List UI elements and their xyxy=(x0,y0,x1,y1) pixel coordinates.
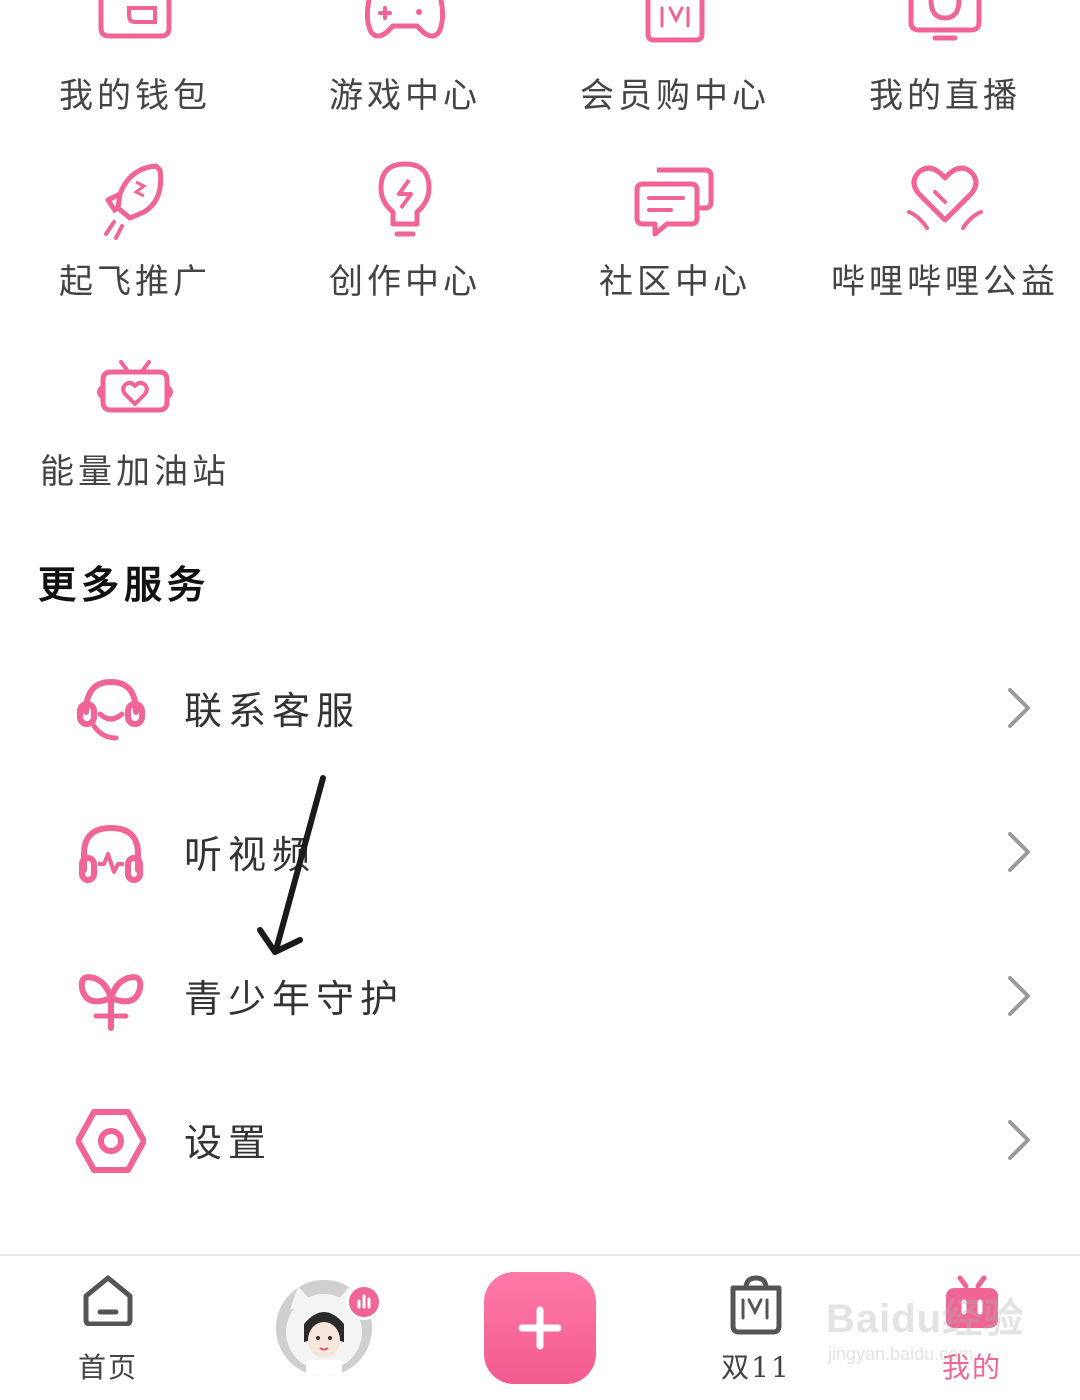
grid-label: 我的直播 xyxy=(869,76,1021,116)
tab-label: 双11 xyxy=(721,1351,791,1384)
grid-item-wallet[interactable]: 我的钱包 xyxy=(0,0,270,120)
gamepad-icon xyxy=(364,0,446,39)
shopping-bag-icon xyxy=(645,0,705,43)
grid-label: 起飞推广 xyxy=(59,262,211,302)
grid-label: 我的钱包 xyxy=(59,76,211,116)
service-row-customer-service[interactable]: 联系客服 xyxy=(0,636,1080,780)
chevron-right-icon xyxy=(1008,976,1030,1016)
service-label: 听视频 xyxy=(184,833,317,877)
headphones-icon xyxy=(79,824,143,883)
grid-item-vip-shop[interactable]: 会员购中心 xyxy=(540,0,810,120)
more-services-title: 更多服务 xyxy=(38,562,211,607)
chevron-right-icon xyxy=(1008,1120,1030,1160)
wallet-icon xyxy=(98,0,172,39)
publish-plus-button[interactable] xyxy=(484,1272,596,1384)
bilibili-tv-icon xyxy=(946,1275,998,1328)
heart-hands-icon xyxy=(907,165,983,230)
settings-hexagon-icon xyxy=(76,1109,146,1173)
chevron-right-icon xyxy=(1008,832,1030,872)
grid-item-boost-promo[interactable]: 起飞推广 xyxy=(0,150,270,302)
tab-double11[interactable]: 双11 xyxy=(648,1256,864,1400)
service-label: 设置 xyxy=(184,1121,273,1165)
headset-service-icon xyxy=(77,678,145,741)
plus-icon xyxy=(518,1306,562,1350)
lightbulb-icon xyxy=(378,161,432,237)
grid-item-community-center[interactable]: 社区中心 xyxy=(540,150,810,302)
tab-mine[interactable]: 我的 xyxy=(864,1256,1080,1400)
grid-label: 社区中心 xyxy=(599,262,751,302)
service-label: 联系客服 xyxy=(184,689,361,733)
rocket-icon xyxy=(104,163,164,240)
service-row-settings[interactable]: 设置 xyxy=(0,1068,1080,1212)
chevron-right-icon xyxy=(1008,688,1030,728)
grid-label: 游戏中心 xyxy=(329,76,481,116)
chat-bubbles-icon xyxy=(634,167,714,237)
grid-label: 哔哩哔哩公益 xyxy=(831,262,1059,302)
service-row-youth-protection[interactable]: 青少年守护 xyxy=(0,924,1080,1068)
home-icon xyxy=(83,1275,133,1326)
sprout-icon xyxy=(78,974,144,1031)
bars-icon xyxy=(357,1294,371,1309)
grid-label: 创作中心 xyxy=(329,262,481,302)
service-row-listen-video[interactable]: 听视频 xyxy=(0,780,1080,924)
grid-item-bilibili-charity[interactable]: 哔哩哔哩公益 xyxy=(810,150,1080,302)
energy-heart-tv-icon xyxy=(97,360,173,413)
grid-item-energy-station[interactable]: 能量加油站 xyxy=(0,350,270,500)
grid-item-creator-center[interactable]: 创作中心 xyxy=(270,150,540,302)
shopping-bag-icon xyxy=(730,1275,782,1335)
service-label: 青少年守护 xyxy=(184,977,405,1021)
grid-item-my-live[interactable]: 我的直播 xyxy=(810,0,1080,120)
tab-label: 首页 xyxy=(77,1351,138,1384)
live-camera-icon xyxy=(908,0,982,41)
grid-label: 能量加油站 xyxy=(40,452,230,492)
live-stats-badge xyxy=(346,1284,382,1320)
tab-label: 我的 xyxy=(941,1351,1002,1384)
grid-label: 会员购中心 xyxy=(580,76,770,116)
grid-item-game-center[interactable]: 游戏中心 xyxy=(270,0,540,120)
tab-home[interactable]: 首页 xyxy=(0,1256,216,1400)
